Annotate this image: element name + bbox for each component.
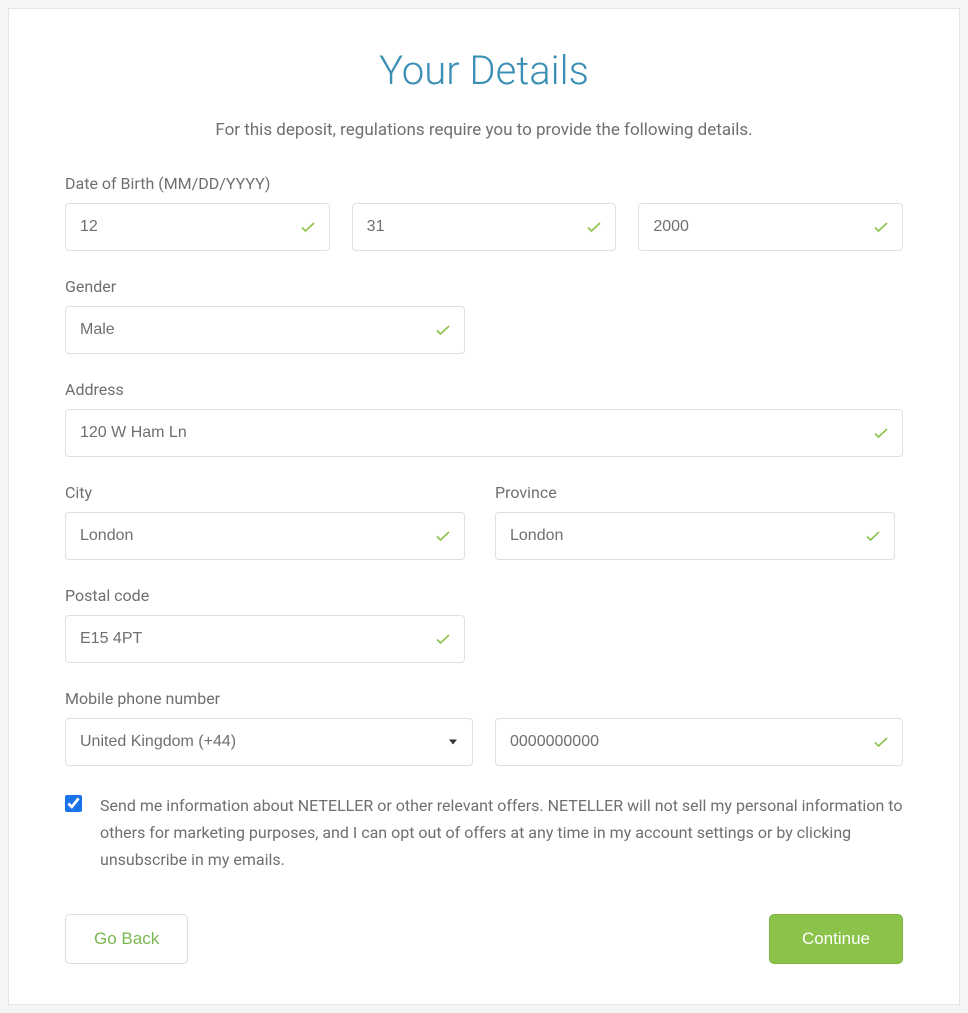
dob-group: Date of Birth (MM/DD/YYYY) xyxy=(65,174,903,251)
postal-input[interactable] xyxy=(65,615,465,663)
button-row: Go Back Continue xyxy=(65,914,903,964)
dob-day-input[interactable] xyxy=(352,203,617,251)
your-details-card: Your Details For this deposit, regulatio… xyxy=(8,8,960,1005)
city-input[interactable] xyxy=(65,512,465,560)
go-back-button[interactable]: Go Back xyxy=(65,914,188,964)
province-input[interactable] xyxy=(495,512,895,560)
province-label: Province xyxy=(495,483,903,502)
continue-button[interactable]: Continue xyxy=(769,914,903,964)
postal-group: Postal code xyxy=(65,586,903,663)
consent-checkbox[interactable] xyxy=(65,795,82,812)
page-title: Your Details xyxy=(65,47,903,94)
dob-month-input[interactable] xyxy=(65,203,330,251)
gender-label: Gender xyxy=(65,277,903,296)
consent-row: Send me information about NETELLER or ot… xyxy=(65,792,903,874)
gender-group: Gender xyxy=(65,277,903,354)
dob-year-input[interactable] xyxy=(638,203,903,251)
phone-group: Mobile phone number xyxy=(65,689,903,766)
city-label: City xyxy=(65,483,473,502)
phone-number-input[interactable] xyxy=(495,718,903,766)
postal-label: Postal code xyxy=(65,586,903,605)
gender-input[interactable] xyxy=(65,306,465,354)
consent-label[interactable]: Send me information about NETELLER or ot… xyxy=(100,792,903,874)
address-group: Address xyxy=(65,380,903,457)
city-province-row: City Province xyxy=(65,483,903,560)
phone-country-select[interactable] xyxy=(65,718,473,766)
address-label: Address xyxy=(65,380,903,399)
address-input[interactable] xyxy=(65,409,903,457)
page-subtitle: For this deposit, regulations require yo… xyxy=(65,120,903,140)
phone-label: Mobile phone number xyxy=(65,689,903,708)
dob-label: Date of Birth (MM/DD/YYYY) xyxy=(65,174,903,193)
